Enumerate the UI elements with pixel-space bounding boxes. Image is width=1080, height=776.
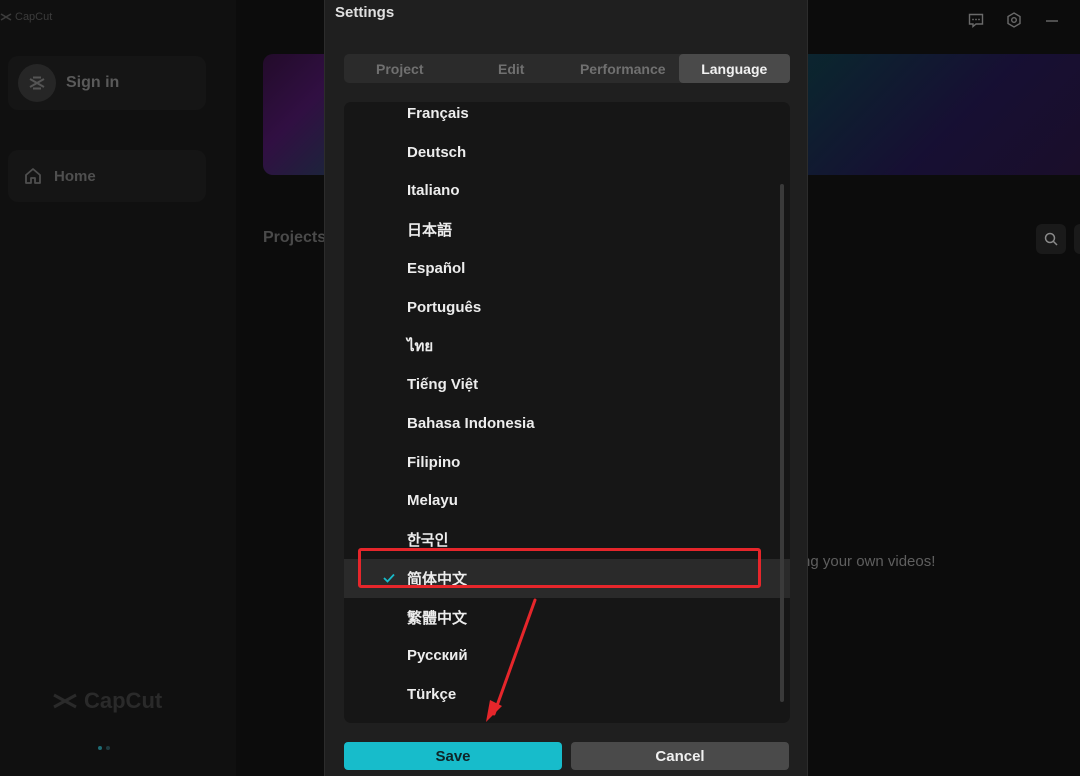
language-option[interactable]: 简体中文 [344,559,790,598]
language-option[interactable]: Deutsch [344,133,790,172]
language-option-label: 简体中文 [407,570,468,588]
language-option-label: Русский [407,647,468,665]
language-option[interactable]: Français [344,102,790,133]
settings-tabs: Project Edit Performance Language [344,54,790,83]
language-option[interactable]: Bahasa Indonesia [344,404,790,443]
language-option-label: Italiano [407,182,460,200]
language-list-scrollbar[interactable] [780,184,784,702]
minimize-icon[interactable] [1042,10,1062,30]
brand-logo-top: CapCut [0,11,52,23]
gear-icon[interactable] [1004,10,1024,30]
tab-edit[interactable]: Edit [456,54,568,83]
language-option[interactable]: 한국인 [344,520,790,559]
language-option-label: Tiếng Việt [407,376,479,394]
brand-name: CapCut [15,11,53,23]
tab-language[interactable]: Language [678,54,790,83]
language-option-label: Melayu [407,492,458,510]
check-icon [382,571,396,585]
language-option-label: 日本語 [407,222,453,240]
brand-name-bottom: CapCut [84,688,163,713]
language-option[interactable]: Tiếng Việt [344,365,790,404]
empty-projects-hint: ng your own videos! [802,553,936,570]
language-option[interactable]: Русский [344,637,790,676]
sign-in-button[interactable]: Sign in [8,56,206,110]
sidebar-item-label: Home [54,167,96,185]
feedback-icon[interactable] [966,10,986,30]
language-list: Français Deutsch Italiano 日本語 Español Portugu… [344,102,790,714]
language-option[interactable]: Filipino [344,443,790,482]
language-option-label: 한국인 [407,532,449,550]
language-option-label: Filipino [407,453,461,471]
language-option-label: Türkçe [407,686,457,704]
language-option[interactable]: Español [344,249,790,288]
language-option-label: 繁體中文 [407,609,468,627]
topbar-actions [966,10,1062,30]
language-option-label: Français [407,104,469,122]
language-option[interactable]: ไทย [344,327,790,366]
settings-dialog: Settings Project Edit Performance Langua… [324,0,808,776]
search-icon [1044,232,1058,246]
sidebar-item-home[interactable]: Home [8,150,206,202]
search-button[interactable] [1036,224,1066,254]
language-option[interactable]: Italiano [344,172,790,211]
language-option[interactable]: Melayu [344,482,790,521]
language-option[interactable]: Português [344,288,790,327]
language-option[interactable]: 日本語 [344,210,790,249]
save-button[interactable]: Save [344,742,562,770]
language-list-panel: Français Deutsch Italiano 日本語 Español Portugu… [344,102,790,723]
sidebar: CapCut Sign in Home CapCut [0,0,236,776]
language-option-label: ไทย [407,337,434,355]
capcut-logo-icon [53,693,77,709]
language-option-label: Deutsch [407,143,467,161]
cancel-button[interactable]: Cancel [571,742,789,770]
language-option[interactable]: 繁體中文 [344,598,790,637]
language-option-label: Português [407,298,482,316]
language-option-label: Bahasa Indonesia [407,414,535,432]
dialog-title: Settings [335,4,395,21]
projects-heading: Projects [263,229,327,246]
language-option[interactable]: Türkçe [344,675,790,714]
avatar [18,64,56,102]
brand-logo-bottom: CapCut [52,688,162,714]
capcut-logo-icon [0,13,12,21]
home-icon [25,168,41,184]
tab-performance[interactable]: Performance [567,54,679,83]
carousel-dots [98,746,110,750]
view-toggle-button[interactable] [1074,224,1080,254]
language-option-label: Español [407,259,466,277]
capcut-avatar-icon [29,76,45,90]
sign-in-label: Sign in [66,74,120,91]
tab-project[interactable]: Project [344,54,456,83]
